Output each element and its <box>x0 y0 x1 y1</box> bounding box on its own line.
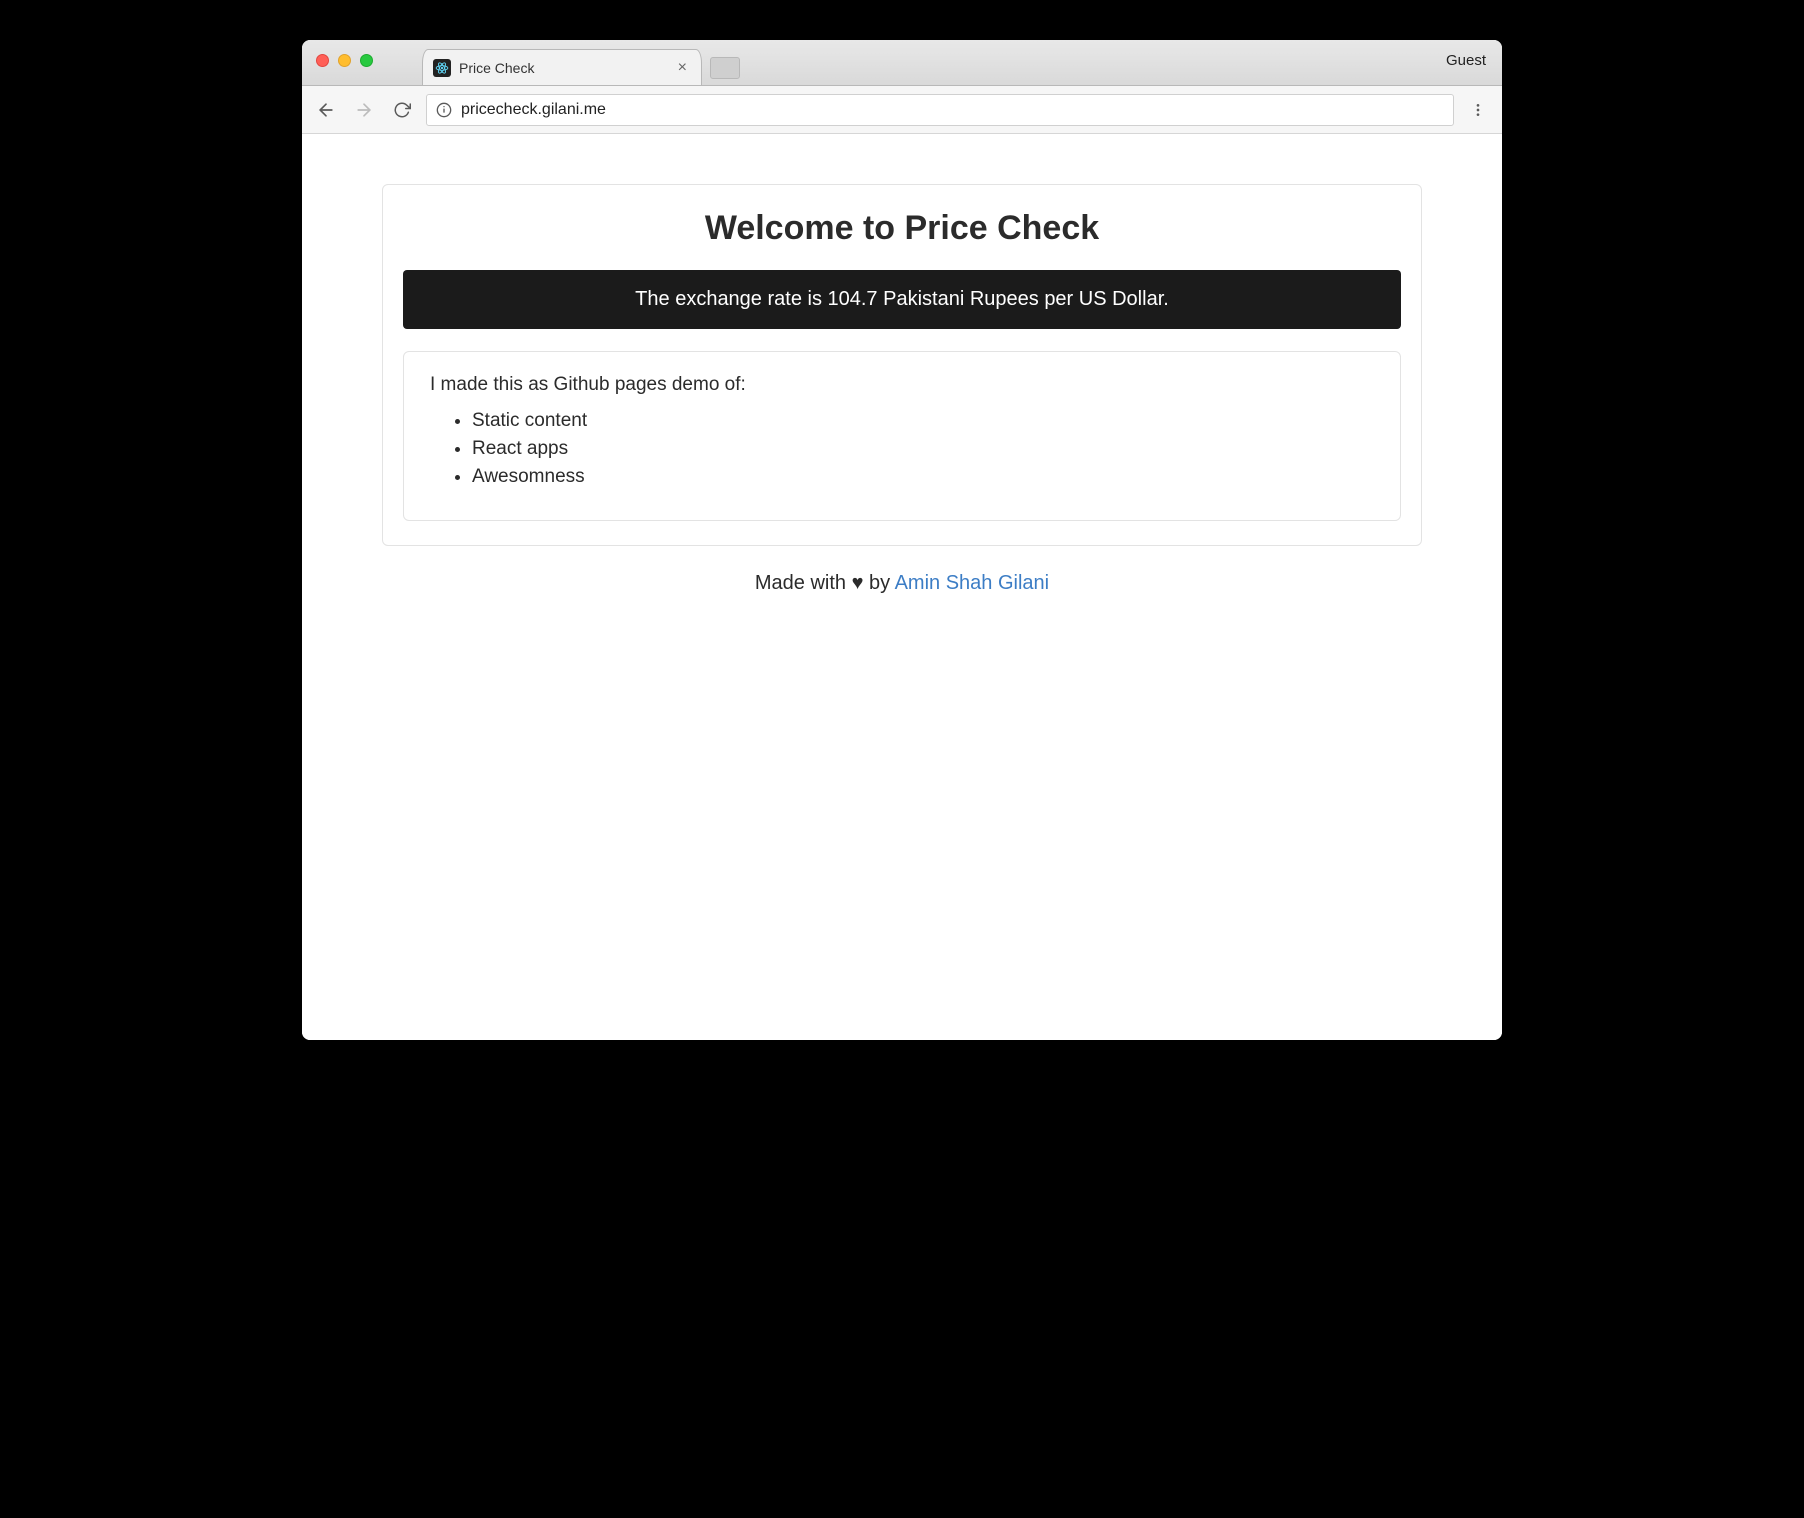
browser-tab[interactable]: Price Check × <box>422 49 702 85</box>
list-item: React apps <box>472 438 1374 460</box>
list-item: Static content <box>472 410 1374 432</box>
tab-title: Price Check <box>459 60 666 76</box>
author-link[interactable]: Amin Shah Gilani <box>895 572 1050 594</box>
address-bar[interactable]: pricecheck.gilani.me <box>426 94 1454 126</box>
exchange-rate-banner: The exchange rate is 104.7 Pakistani Rup… <box>403 270 1401 329</box>
footer-by: by <box>863 572 894 594</box>
new-tab-button[interactable] <box>710 57 740 79</box>
url-text: pricecheck.gilani.me <box>461 101 606 119</box>
main-card: Welcome to Price Check The exchange rate… <box>382 184 1422 546</box>
minimize-window-button[interactable] <box>338 54 351 67</box>
back-button[interactable] <box>312 96 340 124</box>
react-favicon-icon <box>433 59 451 77</box>
demo-list: Static content React apps Awesomness <box>430 410 1374 488</box>
demo-intro: I made this as Github pages demo of: <box>430 374 1374 396</box>
close-window-button[interactable] <box>316 54 329 67</box>
page-viewport: Welcome to Price Check The exchange rate… <box>302 134 1502 1040</box>
profile-label[interactable]: Guest <box>1446 52 1486 69</box>
list-item: Awesomness <box>472 466 1374 488</box>
browser-menu-button[interactable] <box>1464 96 1492 124</box>
window-controls <box>316 54 373 67</box>
footer-prefix: Made with <box>755 572 852 594</box>
forward-button[interactable] <box>350 96 378 124</box>
heart-icon: ♥ <box>852 572 864 594</box>
site-info-icon[interactable] <box>435 101 453 119</box>
browser-window: Price Check × Guest pricecheck.gilani.me… <box>302 40 1502 1040</box>
maximize-window-button[interactable] <box>360 54 373 67</box>
reload-button[interactable] <box>388 96 416 124</box>
page-footer: Made with ♥ by Amin Shah Gilani <box>332 572 1472 595</box>
demo-info-box: I made this as Github pages demo of: Sta… <box>403 351 1401 521</box>
tab-close-button[interactable]: × <box>674 58 691 78</box>
page-title: Welcome to Price Check <box>403 209 1401 248</box>
browser-toolbar: pricecheck.gilani.me <box>302 86 1502 134</box>
titlebar: Price Check × Guest <box>302 40 1502 86</box>
